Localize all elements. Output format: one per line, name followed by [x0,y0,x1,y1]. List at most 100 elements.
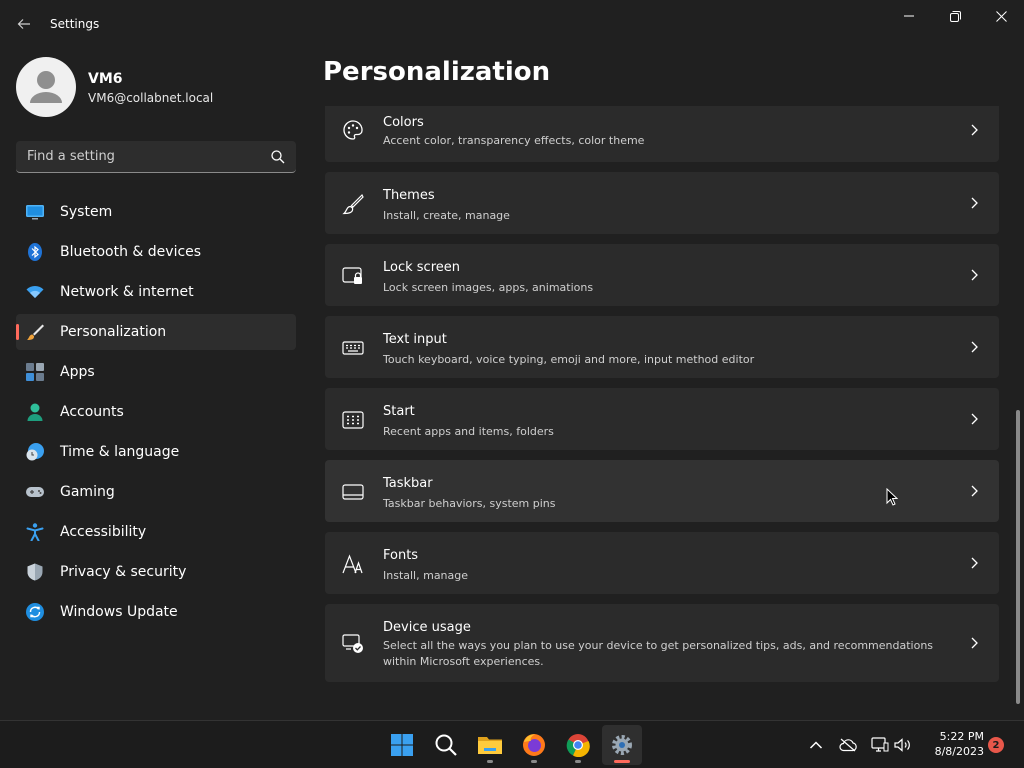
card-title: Taskbar [383,476,433,491]
setting-card-device-usage[interactable]: Device usage Select all the ways you pla… [325,604,999,682]
setting-card-text-input[interactable]: Text input Touch keyboard, voice typing,… [325,316,999,378]
sidebar-item-label: Privacy & security [60,564,187,580]
taskbar-firefox-button[interactable] [514,725,554,765]
sidebar-item-bluetooth[interactable]: Bluetooth & devices [16,234,296,270]
sidebar-item-system[interactable]: System [16,194,296,230]
sidebar-item-label: Accounts [60,404,124,420]
sidebar-item-accessibility[interactable]: Accessibility [16,514,296,550]
card-title: Start [383,404,415,419]
network-icon [871,737,889,752]
restore-icon [949,10,961,22]
taskbar-chrome-button[interactable] [558,725,598,765]
chevron-up-icon [809,741,823,749]
back-button[interactable] [10,10,38,38]
clock-time: 5:22 PM [939,730,984,743]
card-subtitle: Install, create, manage [383,209,510,222]
sidebar-item-network[interactable]: Network & internet [16,274,296,310]
back-arrow-icon [17,19,30,29]
active-indicator [614,760,630,763]
taskbar: 5:22 PM 8/8/2023 2 [0,720,1024,768]
onedrive-button[interactable] [838,735,858,755]
chevron-right-icon [971,485,978,497]
setting-card-start[interactable]: Start Recent apps and items, folders [325,388,999,450]
running-indicator [487,760,493,763]
card-subtitle: Touch keyboard, voice typing, emoji and … [383,353,755,366]
settings-gear-icon [612,735,632,755]
sidebar-item-label: Bluetooth & devices [60,244,202,260]
monitor-icon [26,205,44,220]
sidebar-item-apps[interactable]: Apps [16,354,296,390]
wifi-icon [26,285,44,298]
close-button[interactable] [978,0,1024,32]
close-icon [995,10,1007,22]
search-icon[interactable] [270,149,286,165]
show-hidden-icons-button[interactable] [806,735,826,755]
brush-icon [342,193,364,215]
taskbar-settings-button[interactable] [602,725,642,765]
running-indicator [575,760,581,763]
sidebar-item-windows-update[interactable]: Windows Update [16,594,296,630]
clock-date: 8/8/2023 [934,745,984,758]
network-status-button[interactable] [870,735,890,755]
sidebar-item-gaming[interactable]: Gaming [16,474,296,510]
setting-card-lock-screen[interactable]: Lock screen Lock screen images, apps, an… [325,244,999,306]
card-subtitle: Install, manage [383,569,469,582]
card-title: Colors [383,115,424,130]
palette-icon [343,120,363,140]
taskbar-clock[interactable]: 5:22 PM 8/8/2023 [920,729,984,759]
setting-card-themes[interactable]: Themes Install, create, manage [325,172,999,234]
setting-card-fonts[interactable]: Fonts Install, manage [325,532,999,594]
sidebar-item-personalization[interactable]: Personalization [16,314,296,350]
taskbar-search-button[interactable] [426,725,466,765]
volume-button[interactable] [893,735,913,755]
card-title: Themes [383,188,435,203]
sync-icon [26,603,44,621]
card-title: Text input [383,332,447,347]
notification-badge[interactable]: 2 [988,737,1004,753]
sidebar-item-label: Accessibility [60,524,147,540]
chevron-right-icon [971,269,978,281]
card-subtitle: Select all the ways you plan to use your… [383,639,934,668]
restore-button[interactable] [932,0,978,32]
card-title: Lock screen [383,260,460,275]
firefox-icon [523,734,545,756]
minimize-icon [904,15,914,17]
search-box [16,141,296,173]
device-usage-icon [342,634,363,653]
brush-icon [27,324,44,340]
sidebar-item-privacy[interactable]: Privacy & security [16,554,296,590]
card-subtitle: Lock screen images, apps, animations [383,281,594,294]
sidebar-item-label: System [60,204,113,220]
sidebar-nav: System Bluetooth & devices Network & int… [16,194,296,634]
keyboard-icon [342,341,364,355]
setting-card-colors[interactable]: Colors Accent color, transparency effect… [325,106,999,162]
start-grid-icon [342,411,364,429]
sidebar-item-time-language[interactable]: Time & language [16,434,296,470]
minimize-button[interactable] [886,0,932,32]
cloud-offline-icon [839,738,857,752]
chevron-right-icon [971,557,978,569]
bluetooth-icon [28,243,42,261]
taskbar-file-explorer-button[interactable] [470,725,510,765]
scrollbar-thumb[interactable] [1016,410,1020,704]
taskbar-start-button[interactable] [382,725,422,765]
sidebar-item-accounts[interactable]: Accounts [16,394,296,430]
search-input[interactable] [16,141,266,172]
sidebar-item-label: Network & internet [60,284,194,300]
person-avatar-icon [30,71,62,103]
sidebar-item-label: Personalization [60,324,167,340]
sidebar-item-label: Apps [60,364,95,380]
search-icon [435,734,457,756]
sidebar-item-label: Time & language [60,444,180,460]
app-title: Settings [50,17,100,31]
mouse-cursor-icon [886,488,898,506]
user-profile[interactable]: VM6 VM6@collabnet.local [16,57,296,117]
shield-icon [27,563,43,581]
card-subtitle: Recent apps and items, folders [383,425,554,438]
chevron-right-icon [971,341,978,353]
running-indicator [531,760,537,763]
chevron-right-icon [971,124,978,136]
card-subtitle: Taskbar behaviors, system pins [383,497,556,510]
page-title: Personalization [323,57,551,87]
chevron-right-icon [971,413,978,425]
